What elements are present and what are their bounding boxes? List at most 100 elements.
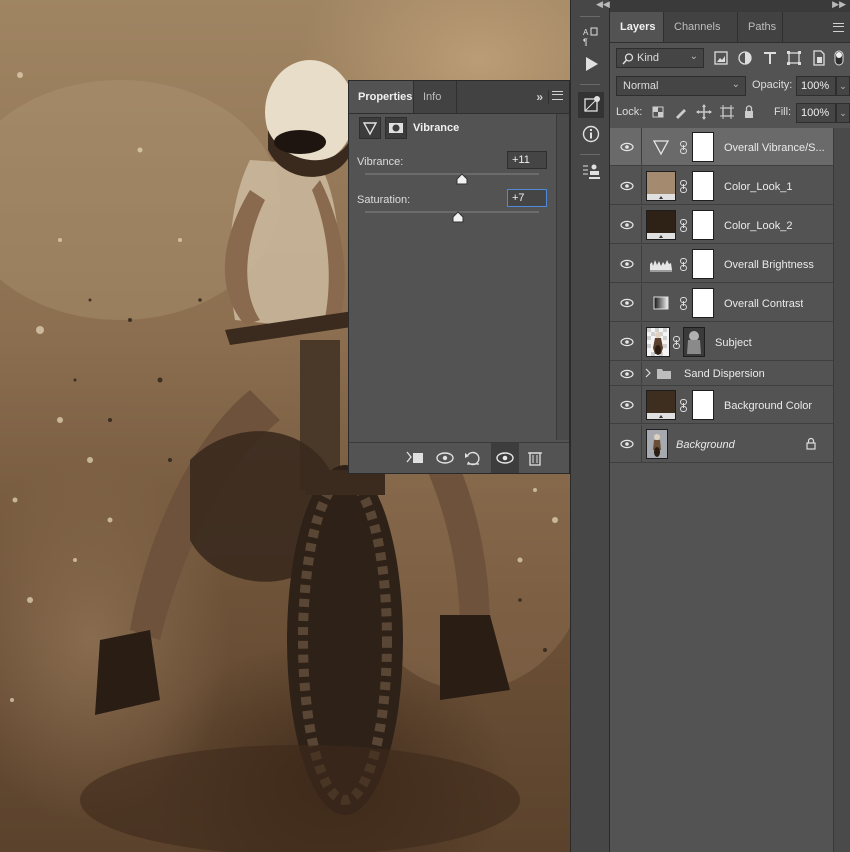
visibility-icon[interactable] [491, 443, 519, 473]
filter-toggle-icon[interactable] [832, 49, 846, 67]
menu-icon[interactable] [552, 91, 563, 100]
lock-all-icon[interactable] [741, 104, 757, 120]
tab-properties[interactable]: Properties [349, 81, 413, 113]
saturation-value-field[interactable]: +7 [507, 189, 547, 207]
link-icon[interactable] [679, 180, 688, 193]
layer-row-overall-vibrance[interactable]: Overall Vibrance/S... [610, 128, 834, 166]
filter-smart-object-icon[interactable] [810, 49, 828, 67]
row-divider [641, 284, 642, 321]
layers-scrollbar[interactable] [833, 128, 850, 852]
character-paragraph-icon[interactable]: A ¶ [581, 26, 601, 47]
link-icon[interactable] [679, 141, 688, 154]
panel-dock-header[interactable]: ◀◀ ▶▶ [596, 0, 850, 12]
row-divider [641, 245, 642, 282]
eye-icon[interactable] [620, 439, 634, 449]
group-name[interactable]: Sand Dispersion [684, 368, 765, 380]
layer-mask-thumbnail[interactable] [692, 132, 714, 162]
chevron-down-icon: ⌄ [731, 79, 740, 90]
vibrance-track[interactable] [365, 173, 539, 175]
layer-row-overall-brightness[interactable]: Overall Brightness [610, 245, 834, 283]
row-divider [641, 167, 642, 204]
layer-name[interactable]: Color_Look_1 [724, 181, 793, 193]
layer-row-color-look-2[interactable]: Color_Look_2 [610, 206, 834, 244]
mask-icon[interactable] [385, 117, 407, 139]
lock-artboard-icon[interactable] [719, 104, 735, 120]
play-icon[interactable] [581, 54, 601, 74]
link-icon[interactable] [679, 219, 688, 232]
eye-icon[interactable] [620, 369, 634, 379]
layer-mask-thumbnail[interactable] [692, 249, 714, 279]
layer-mask-thumbnail[interactable] [683, 327, 705, 357]
tab-layers[interactable]: Layers [610, 12, 663, 42]
layer-group-sand-dispersion[interactable]: Sand Dispersion [610, 362, 834, 386]
properties-scrollbar[interactable] [556, 114, 569, 440]
layer-mask-thumbnail[interactable] [692, 288, 714, 318]
layer-row-background-color[interactable]: Background Color [610, 386, 834, 424]
link-icon[interactable] [679, 297, 688, 310]
row-divider [641, 362, 642, 385]
layer-mask-thumbnail[interactable] [692, 171, 714, 201]
eye-icon[interactable] [620, 142, 634, 152]
link-icon[interactable] [672, 336, 681, 349]
adjustments-icon[interactable] [578, 92, 604, 118]
layer-name[interactable]: Background [676, 439, 735, 451]
collapse-icon[interactable]: » [536, 90, 543, 104]
layer-name[interactable]: Background Color [724, 400, 812, 412]
properties-panel: Properties Info » Vibrance Vibrance: +11… [348, 80, 570, 474]
eye-icon[interactable] [620, 220, 634, 230]
layer-name[interactable]: Overall Contrast [724, 298, 803, 310]
layer-name[interactable]: Subject [715, 337, 752, 349]
layers-menu-icon[interactable] [833, 23, 844, 32]
layer-name[interactable]: Color_Look_2 [724, 220, 793, 232]
properties-footer [349, 442, 569, 473]
layer-mask-thumbnail[interactable] [692, 390, 714, 420]
tab-paths[interactable]: Paths [738, 12, 783, 42]
layer-mask-thumbnail[interactable] [692, 210, 714, 240]
eye-icon[interactable] [620, 181, 634, 191]
vibrance-icon[interactable] [359, 117, 381, 139]
lock-icon[interactable] [805, 437, 817, 450]
layer-row-background[interactable]: Background [610, 425, 834, 463]
filter-kind-select[interactable]: Kind ⌄ [616, 48, 704, 68]
blend-mode-select[interactable]: Normal ⌄ [616, 76, 746, 96]
layer-row-color-look-1[interactable]: Color_Look_1 [610, 167, 834, 205]
chevron-right-icon[interactable] [644, 368, 652, 378]
link-icon[interactable] [679, 258, 688, 271]
lock-image-icon[interactable] [673, 104, 689, 120]
opacity-field[interactable]: 100% [796, 76, 836, 96]
gradient-map-thumbnail-icon [646, 288, 676, 318]
view-previous-icon[interactable] [435, 449, 455, 467]
layer-name[interactable]: Overall Vibrance/S... [724, 142, 825, 154]
filter-type-icon[interactable] [761, 49, 779, 67]
fill-chevron-icon[interactable]: ⌄ [836, 103, 850, 123]
collapse-right-icon[interactable]: ▶▶ [832, 0, 846, 10]
fill-field[interactable]: 100% [796, 103, 836, 123]
adjustment-title: Vibrance [413, 122, 460, 134]
eye-icon[interactable] [620, 337, 634, 347]
reset-icon[interactable] [463, 449, 483, 467]
filter-adjustment-icon[interactable] [736, 49, 754, 67]
link-icon[interactable] [679, 399, 688, 412]
filter-kind-label: Kind [637, 52, 660, 64]
info-icon[interactable] [581, 124, 601, 144]
strip-grip[interactable] [580, 16, 600, 17]
eye-icon[interactable] [620, 298, 634, 308]
eye-icon[interactable] [620, 259, 634, 269]
trash-icon[interactable] [525, 449, 545, 467]
filter-pixel-icon[interactable] [712, 49, 730, 67]
filter-shape-icon[interactable] [785, 49, 803, 67]
tab-channels[interactable]: Channels [663, 12, 738, 42]
puppet-icon[interactable] [581, 162, 601, 182]
lock-transparent-icon[interactable] [650, 104, 666, 120]
layer-row-subject[interactable]: Subject [610, 323, 834, 361]
blend-mode-value: Normal [623, 80, 659, 92]
layer-name[interactable]: Overall Brightness [724, 259, 814, 271]
opacity-chevron-icon[interactable]: ⌄ [836, 76, 850, 96]
collapse-left-icon[interactable]: ◀◀ [596, 0, 610, 10]
clip-to-layer-icon[interactable] [405, 449, 425, 467]
layer-row-overall-contrast[interactable]: Overall Contrast [610, 284, 834, 322]
eye-icon[interactable] [620, 400, 634, 410]
tab-info[interactable]: Info [413, 81, 457, 113]
lock-position-icon[interactable] [696, 104, 712, 120]
vibrance-value-field[interactable]: +11 [507, 151, 547, 169]
